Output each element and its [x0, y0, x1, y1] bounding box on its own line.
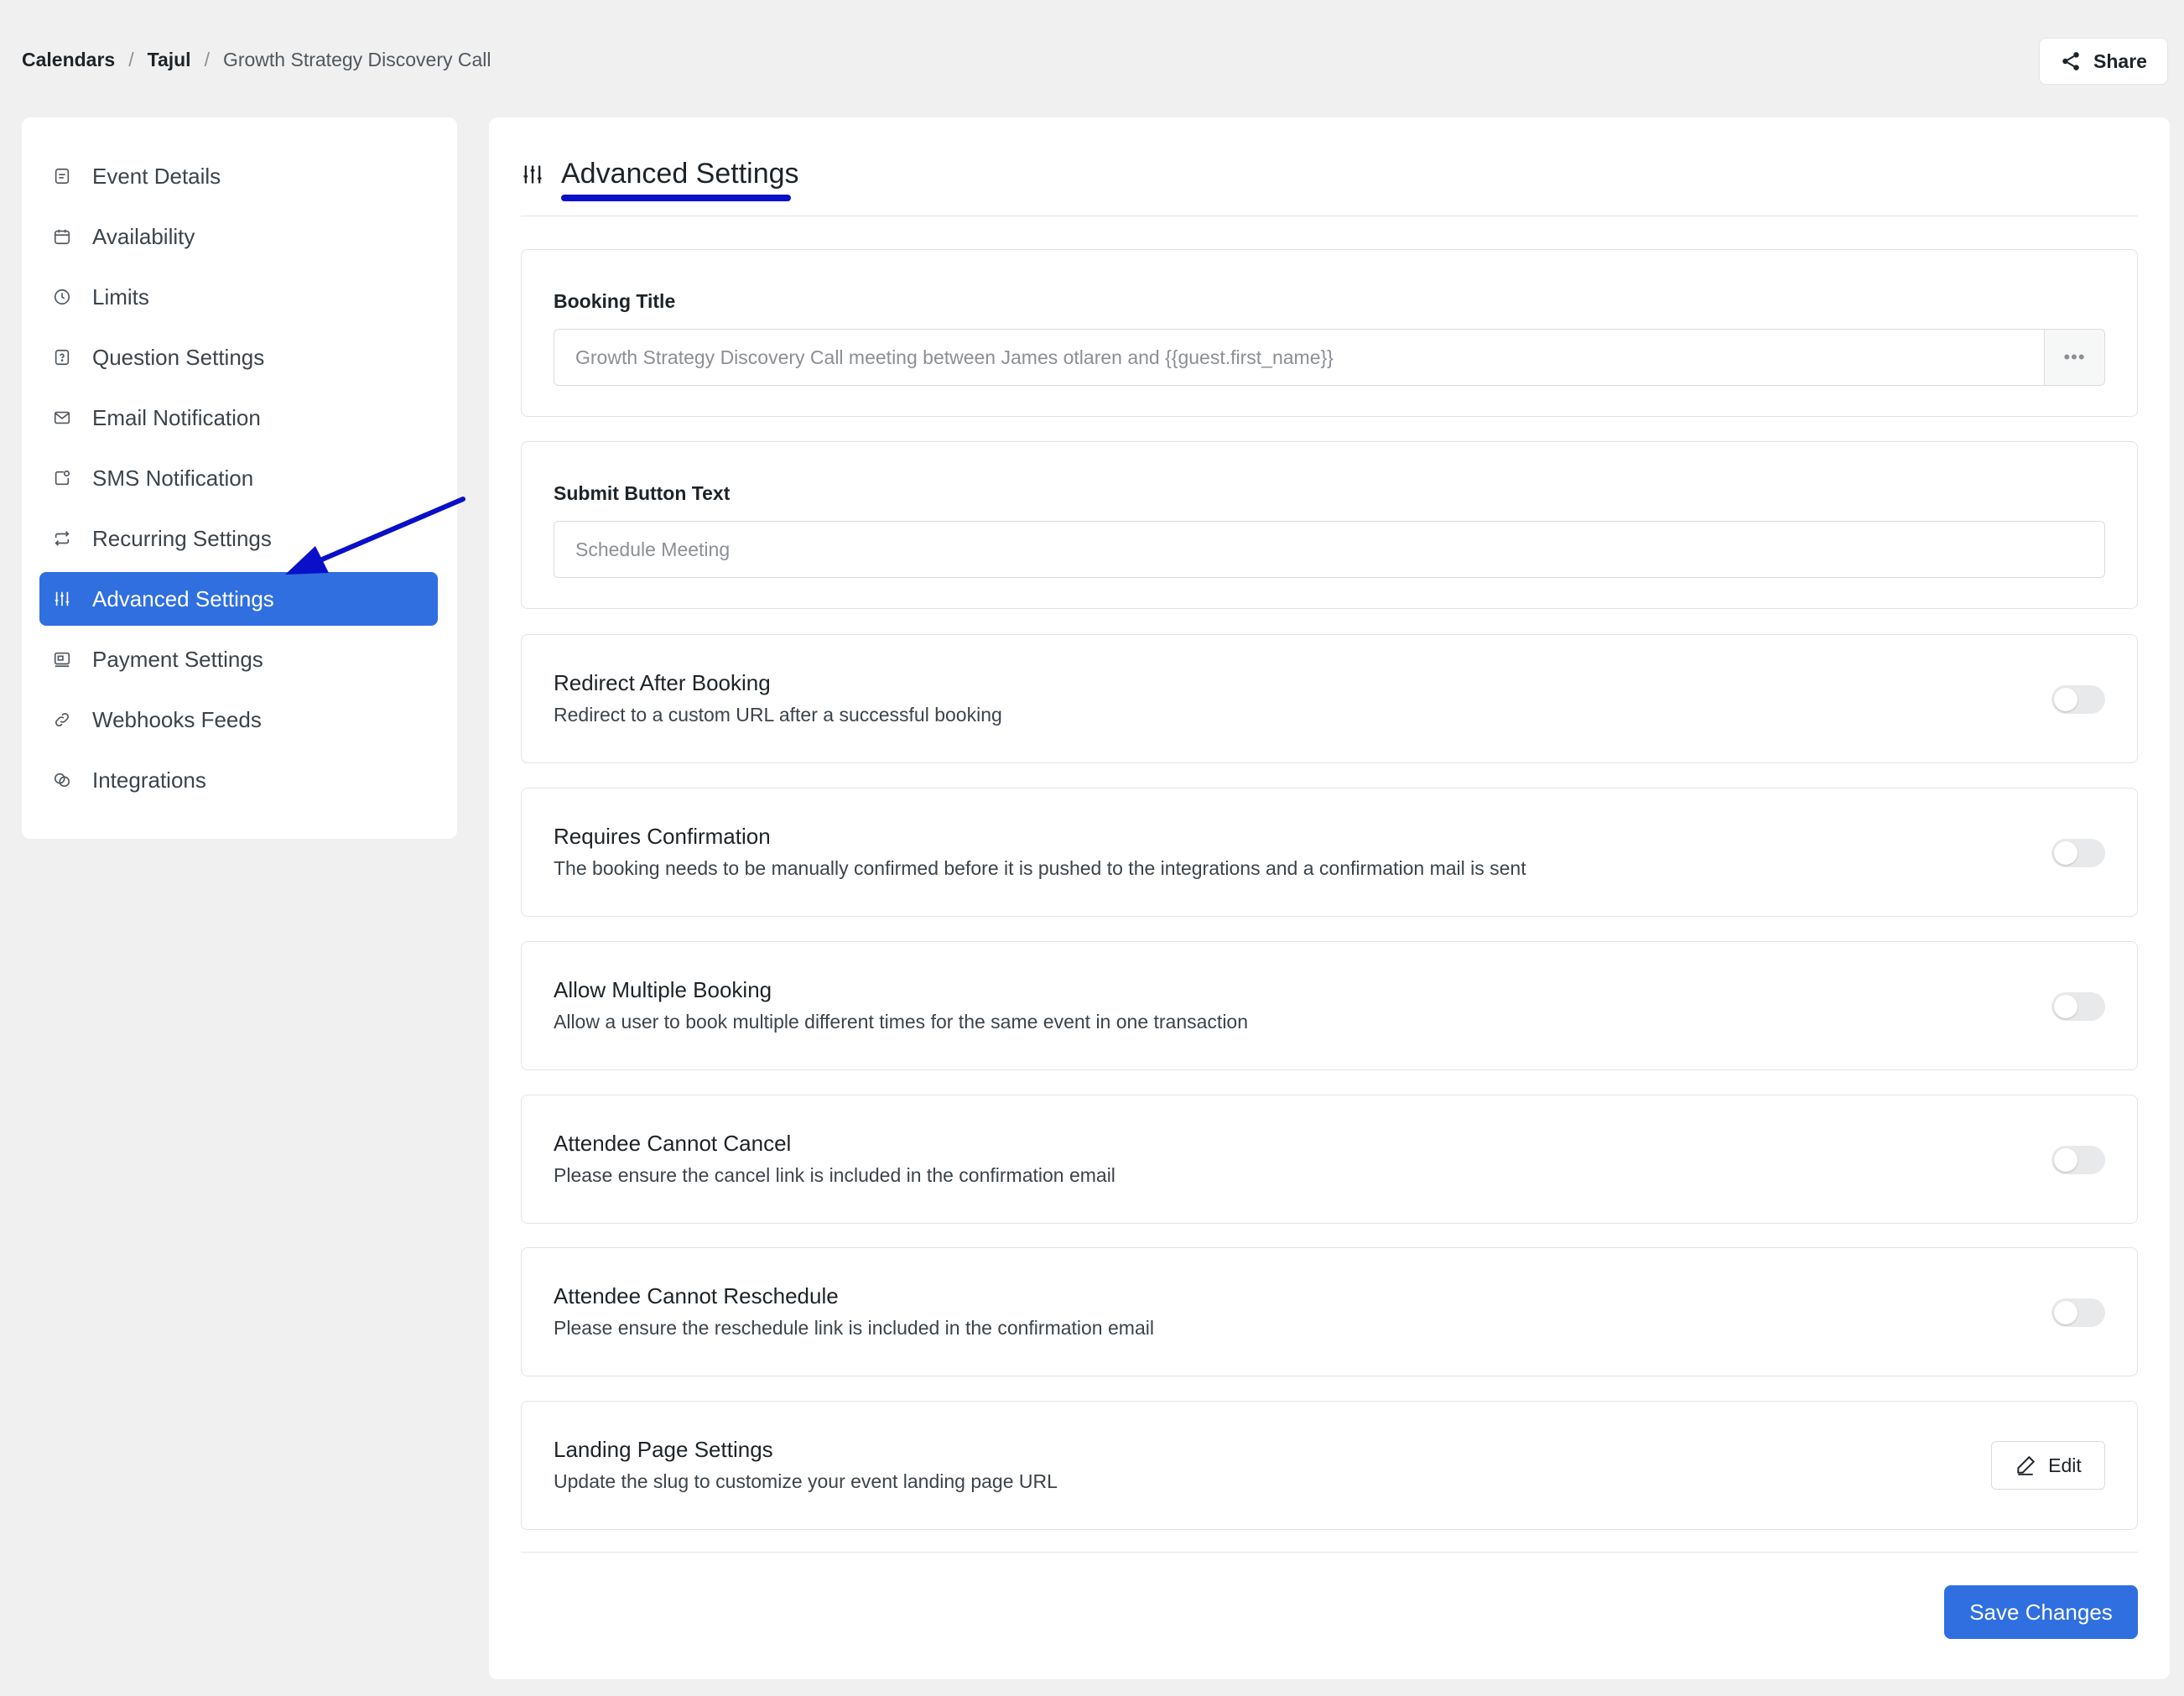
sidebar-item-availability[interactable]: Availability — [39, 210, 438, 263]
breadcrumb-current: Growth Strategy Discovery Call — [222, 49, 491, 70]
payment-icon — [52, 649, 72, 669]
booking-title-label: Booking Title — [554, 290, 676, 312]
toggle-knob — [2054, 1148, 2077, 1172]
sidebar-item-label: Payment Settings — [92, 646, 263, 672]
setting-title: Attendee Cannot Reschedule — [554, 1283, 839, 1308]
divider — [521, 1552, 2138, 1553]
booking-title-value: Growth Strategy Discovery Call meeting b… — [575, 346, 1334, 368]
attendee-cannot-reschedule-toggle[interactable] — [2051, 1298, 2105, 1327]
allow-multiple-booking-toggle[interactable] — [2051, 992, 2105, 1021]
title-underline-annotation — [561, 195, 791, 201]
attendee-cannot-reschedule-card: Attendee Cannot Reschedule Please ensure… — [521, 1247, 2138, 1376]
sidebar-item-event-details[interactable]: Event Details — [39, 149, 438, 203]
sidebar: Event Details Availability Limits Questi… — [22, 117, 457, 839]
requires-confirmation-card: Requires Confirmation The booking needs … — [521, 788, 2138, 917]
sidebar-item-label: Availability — [92, 223, 195, 249]
sidebar-item-label: Webhooks Feeds — [92, 706, 262, 732]
page-header: Advanced Settings — [521, 158, 799, 190]
mail-icon — [52, 408, 72, 428]
repeat-icon — [52, 528, 72, 549]
sidebar-item-label: Limits — [92, 284, 149, 310]
booking-title-card: Booking Title Growth Strategy Discovery … — [521, 249, 2138, 417]
sliders-icon — [52, 589, 72, 609]
setting-description: Redirect to a custom URL after a success… — [554, 704, 1002, 726]
share-icon — [2062, 52, 2079, 70]
breadcrumb-tajul[interactable]: Tajul — [148, 49, 191, 71]
event-details-icon — [52, 166, 72, 186]
edit-label: Edit — [2048, 1454, 2082, 1476]
redirect-after-booking-toggle[interactable] — [2051, 685, 2105, 714]
sidebar-item-webhooks-feeds[interactable]: Webhooks Feeds — [39, 693, 438, 747]
more-options-button[interactable]: ••• — [2044, 330, 2104, 385]
landing-page-settings-card: Landing Page Settings Update the slug to… — [521, 1401, 2138, 1530]
setting-description: Please ensure the cancel link is include… — [554, 1164, 1115, 1186]
share-button[interactable]: Share — [2039, 38, 2168, 85]
integrations-icon — [52, 770, 72, 790]
attendee-cannot-cancel-card: Attendee Cannot Cancel Please ensure the… — [521, 1095, 2138, 1224]
sidebar-item-label: SMS Notification — [92, 465, 254, 491]
sidebar-item-label: Advanced Settings — [92, 585, 274, 611]
toggle-knob — [2054, 995, 2077, 1018]
sidebar-item-label: Integrations — [92, 767, 206, 793]
submit-button-text-placeholder: Schedule Meeting — [575, 538, 731, 560]
toggle-knob — [2054, 1301, 2077, 1324]
toggle-knob — [2054, 688, 2077, 711]
edit-landing-page-button[interactable]: Edit — [1991, 1441, 2105, 1490]
sms-icon — [52, 468, 72, 488]
requires-confirmation-toggle[interactable] — [2051, 839, 2105, 867]
setting-title: Requires Confirmation — [554, 824, 771, 849]
sliders-icon — [523, 165, 542, 183]
setting-title: Attendee Cannot Cancel — [554, 1131, 792, 1156]
sidebar-item-label: Event Details — [92, 163, 221, 189]
allow-multiple-booking-card: Allow Multiple Booking Allow a user to b… — [521, 941, 2138, 1070]
question-icon — [52, 347, 72, 367]
sidebar-item-label: Email Notification — [92, 404, 261, 430]
sidebar-item-label: Recurring Settings — [92, 525, 272, 551]
setting-description: Allow a user to book multiple different … — [554, 1011, 1249, 1033]
setting-title: Redirect After Booking — [554, 670, 771, 695]
sidebar-item-label: Question Settings — [92, 344, 265, 370]
annotation-arrow — [285, 497, 465, 575]
breadcrumb-calendars[interactable]: Calendars — [22, 49, 115, 71]
redirect-after-booking-card: Redirect After Booking Redirect to a cus… — [521, 634, 2138, 763]
sidebar-item-integrations[interactable]: Integrations — [39, 753, 438, 807]
breadcrumb-separator: / — [128, 49, 134, 70]
submit-button-text-input[interactable]: Schedule Meeting — [554, 521, 2105, 578]
setting-description: Update the slug to customize your event … — [554, 1470, 1058, 1492]
main-panel: Advanced Settings Booking Title Growth S… — [489, 117, 2170, 1679]
sidebar-item-email-notification[interactable]: Email Notification — [39, 391, 438, 445]
setting-title: Landing Page Settings — [554, 1437, 773, 1462]
sidebar-item-question-settings[interactable]: Question Settings — [39, 330, 438, 384]
clock-icon — [52, 287, 72, 307]
setting-description: Please ensure the reschedule link is inc… — [554, 1317, 1154, 1339]
toggle-knob — [2054, 841, 2077, 865]
dots-icon: ••• — [2063, 346, 2086, 367]
page-title: Advanced Settings — [561, 158, 799, 190]
save-changes-button[interactable]: Save Changes — [1944, 1585, 2138, 1639]
breadcrumb: Calendars / Tajul / Growth Strategy Disc… — [22, 49, 491, 71]
link-icon — [52, 710, 72, 730]
attendee-cannot-cancel-toggle[interactable] — [2051, 1146, 2105, 1174]
submit-button-text-label: Submit Button Text — [554, 482, 731, 504]
setting-title: Allow Multiple Booking — [554, 977, 772, 1002]
breadcrumb-separator: / — [204, 49, 210, 70]
setting-description: The booking needs to be manually confirm… — [554, 857, 1526, 879]
submit-button-text-card: Submit Button Text Schedule Meeting — [521, 441, 2138, 609]
top-bar: Calendars / Tajul / Growth Strategy Disc… — [0, 0, 2184, 117]
share-label: Share — [2093, 49, 2147, 72]
sidebar-item-payment-settings[interactable]: Payment Settings — [39, 632, 438, 686]
pencil-icon — [2017, 1455, 2036, 1475]
calendar-icon — [52, 226, 72, 247]
booking-title-input[interactable]: Growth Strategy Discovery Call meeting b… — [554, 329, 2105, 386]
sidebar-item-limits[interactable]: Limits — [39, 270, 438, 324]
